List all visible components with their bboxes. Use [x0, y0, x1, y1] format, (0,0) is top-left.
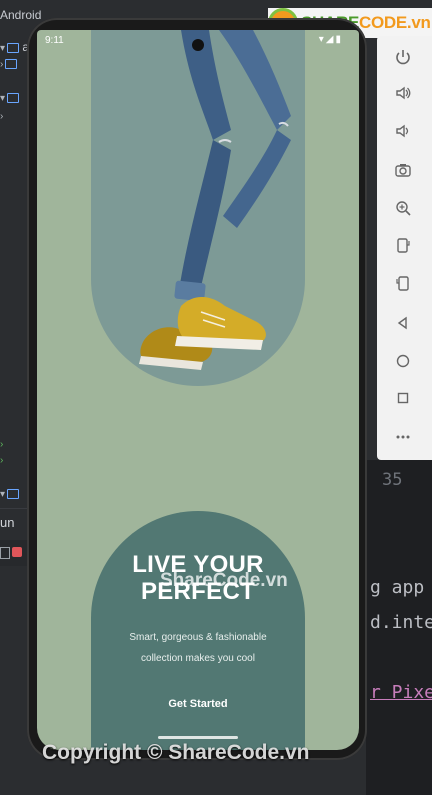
code-line: d.inte	[370, 612, 432, 633]
watermark-copyright: Copyright © ShareCode.vn	[42, 741, 310, 764]
more-icon[interactable]	[391, 428, 415, 452]
chevron-right-icon: ›	[0, 59, 4, 70]
chevron-down-icon: ▾	[0, 489, 6, 500]
rotate-left-icon[interactable]	[391, 236, 415, 260]
power-icon[interactable]	[391, 48, 415, 72]
folder-icon	[7, 42, 20, 53]
status-bar-icons: ▾◢▮	[319, 34, 343, 45]
run-tab-label[interactable]: un	[0, 515, 14, 530]
volume-up-icon[interactable]	[391, 84, 415, 108]
project-tree-row[interactable]: ▾	[0, 90, 30, 110]
volume-down-icon[interactable]	[391, 122, 415, 146]
chevron-down-icon: ▾	[0, 93, 6, 104]
back-icon[interactable]	[391, 314, 415, 338]
chevron-right-icon: ›	[0, 439, 4, 450]
home-icon[interactable]	[391, 352, 415, 376]
hero-pill	[91, 30, 305, 386]
gesture-home-indicator[interactable]	[158, 736, 238, 739]
battery-icon: ▮	[335, 34, 343, 45]
overview-icon[interactable]	[391, 389, 415, 413]
wifi-icon: ▾	[318, 34, 326, 45]
get-started-button[interactable]: Get Started	[128, 691, 268, 717]
app-screen: 9:11 ▾◢▮ LIVE YOUR PERFECT Smart, gorgeo…	[37, 30, 359, 750]
watermark-center: ShareCode.vn	[160, 570, 288, 591]
camera-icon[interactable]	[391, 161, 415, 185]
intro-card: LIVE YOUR PERFECT Smart, gorgeous & fash…	[91, 511, 305, 750]
rerun-icon[interactable]	[0, 547, 10, 559]
zoom-icon[interactable]	[391, 199, 415, 223]
chevron-down-icon: ▾	[0, 43, 6, 54]
project-tree-row[interactable]: ›	[0, 56, 30, 76]
chevron-right-icon: ›	[0, 111, 4, 122]
project-tree-row[interactable]: ›	[0, 452, 30, 472]
status-bar-time: 9:11	[45, 35, 64, 46]
rotate-right-icon[interactable]	[391, 274, 415, 298]
stop-icon[interactable]	[12, 547, 22, 557]
subtitle-line-2: collection makes you cool	[141, 653, 255, 664]
camera-punch-hole	[192, 39, 204, 51]
emulator-toolbar	[377, 36, 432, 460]
project-tree-row[interactable]: ›	[0, 108, 30, 128]
folder-icon	[5, 58, 18, 69]
project-view-selector[interactable]: Android	[0, 8, 41, 22]
code-line: g app	[370, 577, 425, 598]
line-number: 35	[382, 470, 403, 490]
folder-icon	[7, 92, 20, 103]
folder-icon	[7, 488, 20, 499]
code-line: r Pixe	[370, 682, 432, 703]
project-tree-row[interactable]: ▾	[0, 486, 30, 506]
hero-image	[139, 30, 291, 370]
subtitle: Smart, gorgeous & fashionable collection…	[103, 627, 293, 669]
subtitle-line-1: Smart, gorgeous & fashionable	[129, 632, 267, 643]
chevron-right-icon: ›	[0, 455, 4, 466]
ide-project-panel: Android ▾ ap › ▾ › › › ▾	[0, 0, 41, 795]
